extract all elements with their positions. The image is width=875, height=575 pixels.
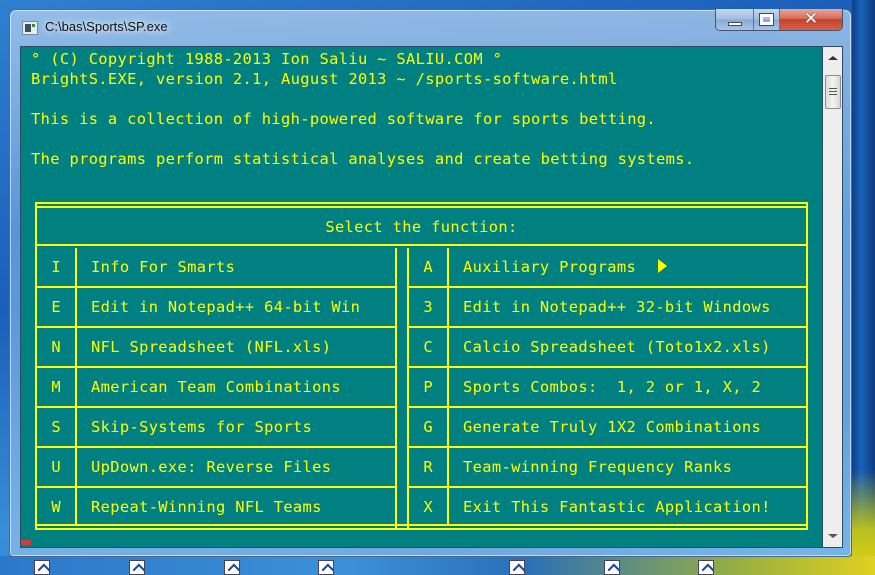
grip-line (829, 91, 837, 92)
console-app-icon[interactable] (22, 21, 38, 35)
menu-item-key: M (37, 368, 77, 406)
menu-item-key: 3 (409, 288, 449, 326)
close-button[interactable]: ✕ (780, 9, 842, 30)
scroll-down-arrow-icon[interactable] (828, 534, 838, 538)
menu-item-repeat-winning[interactable]: W Repeat-Winning NFL Teams (37, 488, 395, 526)
menu-item-key: S (37, 408, 77, 446)
vertical-scrollbar[interactable] (823, 46, 843, 548)
desktop-shortcut-icon[interactable] (34, 560, 50, 575)
intro-line: This is a collection of high-powered sof… (31, 110, 657, 128)
menu-item-updown[interactable]: U UpDown.exe: Reverse Files (37, 448, 395, 488)
text-cursor (21, 540, 31, 545)
menu-item-frequency-ranks[interactable]: R Team-winning Frequency Ranks (409, 448, 806, 488)
menu-item-key: C (409, 328, 449, 366)
menu-item-label: Edit in Notepad++ 64-bit Win (91, 298, 361, 316)
desktop-shortcut-icon[interactable] (604, 560, 620, 575)
menu-item-text: Auxiliary Programs (463, 258, 637, 276)
menu-item-key: W (37, 488, 77, 526)
desktop-shortcut-icon[interactable] (509, 560, 525, 575)
menu-item-key: N (37, 328, 77, 366)
menu-item-key: A (409, 248, 449, 286)
menu-item-label: Sports Combos: 1, 2 or 1, X, 2 (463, 378, 762, 396)
desktop-shortcut-icon[interactable] (224, 560, 240, 575)
caption-buttons: ✕ (715, 9, 843, 31)
copyright-line: ° (C) Copyright 1988-2013 Ion Saliu ~ SA… (31, 50, 503, 68)
menu-item-label: Auxiliary Programs (449, 248, 668, 286)
description-line: The programs perform statistical analyse… (31, 150, 695, 168)
console-area[interactable]: ° (C) Copyright 1988-2013 Ion Saliu ~ SA… (20, 46, 823, 548)
menu-header: Select the function: (37, 208, 806, 246)
menu-item-key: P (409, 368, 449, 406)
menu-item-edit-64bit[interactable]: E Edit in Notepad++ 64-bit Win (37, 288, 395, 328)
maximize-icon (759, 13, 774, 26)
menu-item-calcio-spreadsheet[interactable]: C Calcio Spreadsheet (Toto1x2.xls) (409, 328, 806, 368)
title-bar[interactable]: C:\bas\Sports\SP.exe ✕ (10, 9, 851, 46)
menu-item-label: UpDown.exe: Reverse Files (91, 458, 332, 476)
menu-item-key: R (409, 448, 449, 486)
menu-item-key: U (37, 448, 77, 486)
scroll-up-arrow-icon[interactable] (828, 56, 838, 60)
submenu-arrow-icon (658, 259, 668, 273)
menu-item-key: G (409, 408, 449, 446)
menu-item-label: Info For Smarts (91, 258, 236, 276)
grip-line (829, 88, 837, 89)
console-window: C:\bas\Sports\SP.exe ✕ ° (C) Copyright 1… (9, 9, 852, 557)
menu-item-info[interactable]: I Info For Smarts (37, 248, 395, 288)
scrollbar-thumb[interactable] (825, 75, 841, 109)
menu-item-label: Exit This Fantastic Application! (463, 498, 771, 516)
minimize-icon (727, 21, 742, 26)
menu-item-label: Edit in Notepad++ 32-bit Windows (463, 298, 771, 316)
menu-item-key: I (37, 248, 77, 286)
menu-item-label: Generate Truly 1X2 Combinations (463, 418, 762, 436)
menu-frame: Select the function: I Info For Smarts E… (37, 206, 806, 528)
menu-item-auxiliary-programs[interactable]: A Auxiliary Programs (409, 248, 806, 288)
menu-item-label: Repeat-Winning NFL Teams (91, 498, 322, 516)
desktop-shortcut-icon[interactable] (698, 560, 714, 575)
menu-item-label: Skip-Systems for Sports (91, 418, 313, 436)
menu-item-label: Calcio Spreadsheet (Toto1x2.xls) (463, 338, 771, 356)
window-title: C:\bas\Sports\SP.exe (45, 19, 168, 34)
menu-item-nfl-spreadsheet[interactable]: N NFL Spreadsheet (NFL.xls) (37, 328, 395, 368)
menu-item-label: American Team Combinations (91, 378, 342, 396)
menu-column-left: I Info For Smarts E Edit in Notepad++ 64… (37, 248, 397, 528)
menu-item-generate-1x2[interactable]: G Generate Truly 1X2 Combinations (409, 408, 806, 448)
menu-item-exit[interactable]: X Exit This Fantastic Application! (409, 488, 806, 526)
close-icon: ✕ (803, 9, 819, 29)
menu-column-right: A Auxiliary Programs 3 Edit in Notepad++… (407, 248, 806, 528)
desktop-background-accent (852, 470, 875, 570)
menu-item-american-combinations[interactable]: M American Team Combinations (37, 368, 395, 408)
menu-item-label: Team-winning Frequency Ranks (463, 458, 733, 476)
desktop-shortcut-icon[interactable] (318, 560, 334, 575)
menu-item-sports-combos[interactable]: P Sports Combos: 1, 2 or 1, X, 2 (409, 368, 806, 408)
maximize-button[interactable] (754, 9, 780, 30)
menu-item-label: NFL Spreadsheet (NFL.xls) (91, 338, 332, 356)
version-line: BrightS.EXE, version 2.1, August 2013 ~ … (31, 70, 618, 88)
menu-item-key: E (37, 288, 77, 326)
menu-item-skip-systems[interactable]: S Skip-Systems for Sports (37, 408, 395, 448)
desktop-shortcut-icon[interactable] (129, 560, 145, 575)
menu-item-key: X (409, 488, 449, 526)
grip-line (829, 94, 837, 95)
menu-item-edit-32bit[interactable]: 3 Edit in Notepad++ 32-bit Windows (409, 288, 806, 328)
minimize-button[interactable] (716, 9, 754, 30)
function-menu: Select the function: I Info For Smarts E… (35, 202, 808, 530)
